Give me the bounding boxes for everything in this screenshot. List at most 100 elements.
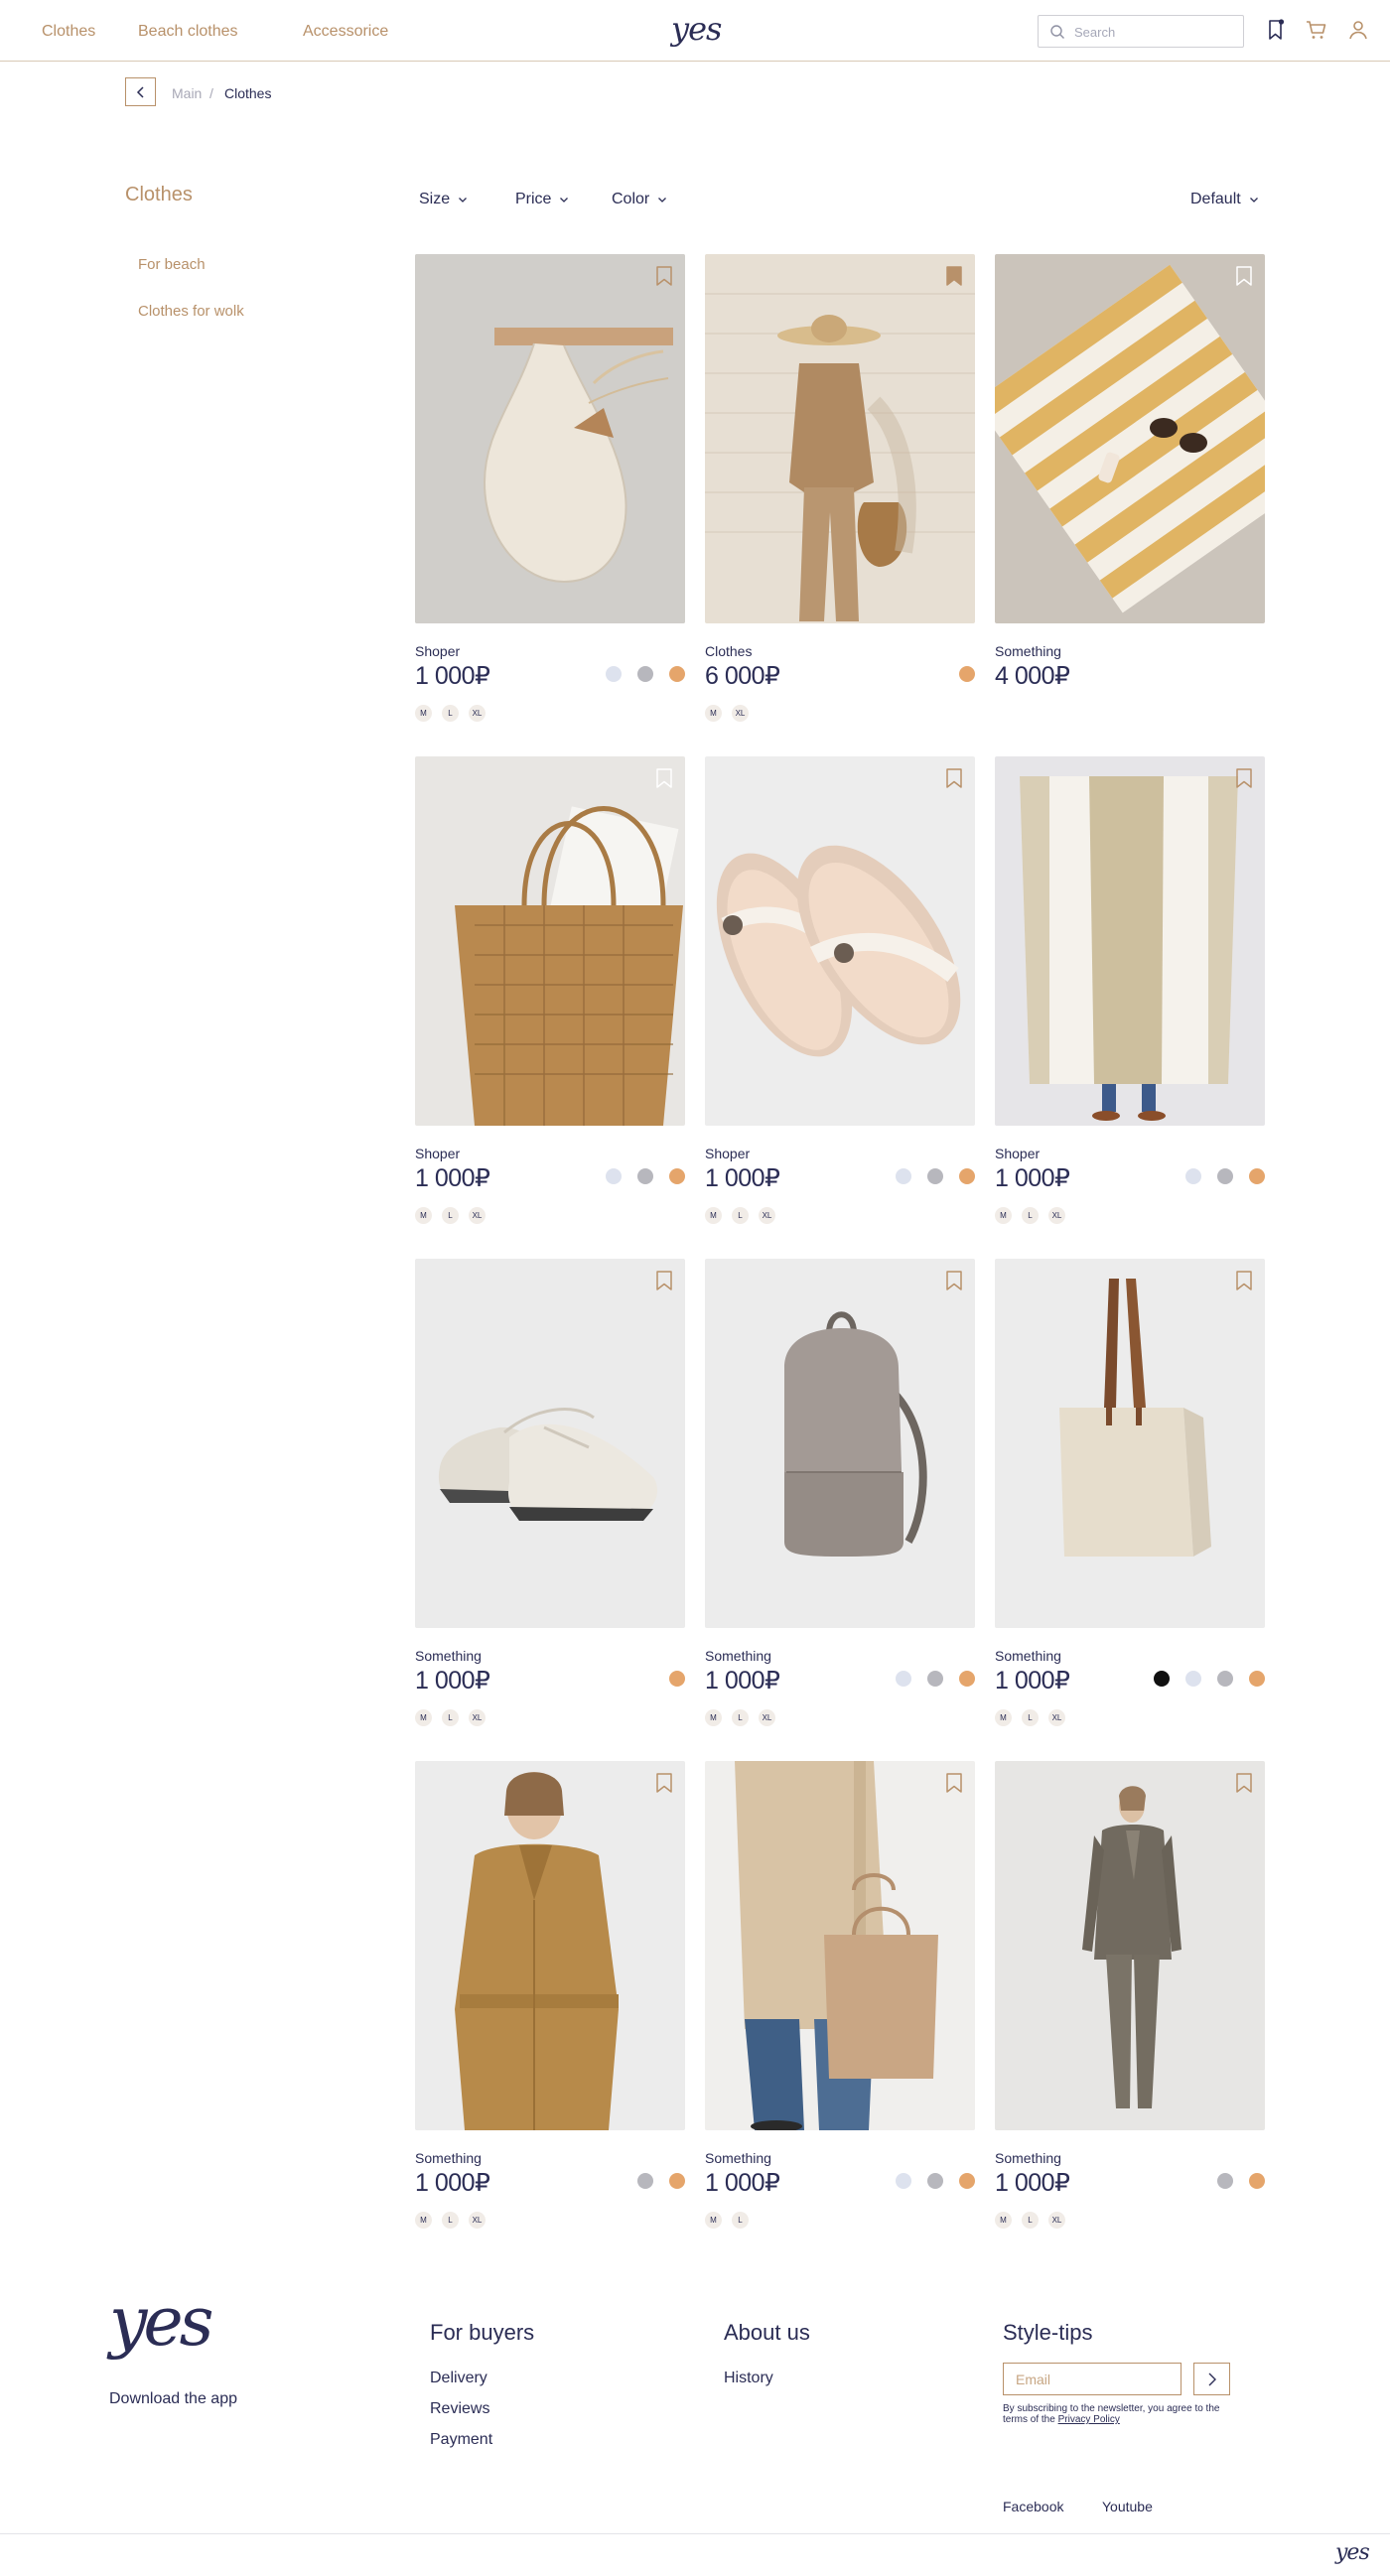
- subscribe-button[interactable]: [1193, 2363, 1230, 2395]
- swatch-orange[interactable]: [1249, 1671, 1265, 1687]
- size-option[interactable]: XL: [469, 1709, 486, 1726]
- swatch-gray[interactable]: [637, 1168, 653, 1184]
- download-app-link[interactable]: Download the app: [109, 2390, 237, 2408]
- size-option[interactable]: L: [732, 1709, 749, 1726]
- bookmark-icon[interactable]: [1264, 18, 1288, 42]
- product-image[interactable]: [995, 1761, 1265, 2130]
- bookmark-icon[interactable]: [654, 1772, 674, 1794]
- product-card[interactable]: Something 4 000₽: [995, 254, 1265, 690]
- product-card[interactable]: Something 1 000₽ M L XL: [705, 1259, 975, 1726]
- size-option[interactable]: XL: [759, 1709, 775, 1726]
- size-option[interactable]: XL: [469, 2212, 486, 2229]
- size-option[interactable]: M: [415, 1207, 432, 1224]
- bookmark-icon[interactable]: [654, 1270, 674, 1291]
- swatch-orange[interactable]: [669, 1168, 685, 1184]
- product-card[interactable]: Shoper 1 000₽ M L XL: [995, 756, 1265, 1224]
- size-option[interactable]: L: [732, 2212, 749, 2229]
- size-option[interactable]: M: [705, 2212, 722, 2229]
- swatch-light[interactable]: [1185, 1168, 1201, 1184]
- product-card[interactable]: Shoper 1 000₽ M L XL: [415, 254, 685, 722]
- size-option[interactable]: M: [705, 1709, 722, 1726]
- product-image[interactable]: [415, 254, 685, 623]
- newsletter-email-box[interactable]: [1003, 2363, 1182, 2395]
- size-option[interactable]: M: [705, 705, 722, 722]
- product-image[interactable]: [415, 1259, 685, 1628]
- swatch-gray[interactable]: [1217, 2173, 1233, 2189]
- size-option[interactable]: XL: [469, 1207, 486, 1224]
- nav-accessorice[interactable]: Accessorice: [303, 23, 388, 41]
- swatch-orange[interactable]: [959, 1168, 975, 1184]
- social-link-youtube[interactable]: Youtube: [1102, 2499, 1153, 2514]
- product-image[interactable]: [415, 756, 685, 1126]
- swatch-light[interactable]: [606, 666, 622, 682]
- size-option[interactable]: M: [995, 1709, 1012, 1726]
- product-card[interactable]: Something 1 000₽ M L XL: [995, 1761, 1265, 2229]
- size-option[interactable]: L: [1022, 1709, 1039, 1726]
- swatch-light[interactable]: [1185, 1671, 1201, 1687]
- bookmark-icon[interactable]: [1234, 767, 1254, 789]
- swatch-orange[interactable]: [669, 2173, 685, 2189]
- product-card[interactable]: Shoper 1 000₽ M L XL: [705, 756, 975, 1224]
- footer-link-reviews[interactable]: Reviews: [430, 2400, 489, 2418]
- social-link-facebook[interactable]: Facebook: [1003, 2499, 1063, 2514]
- footer-link-delivery[interactable]: Delivery: [430, 2370, 487, 2387]
- size-option[interactable]: XL: [732, 705, 749, 722]
- email-field[interactable]: [1004, 2364, 1181, 2394]
- swatch-orange[interactable]: [1249, 2173, 1265, 2189]
- swatch-orange[interactable]: [959, 1671, 975, 1687]
- cart-icon[interactable]: [1305, 18, 1328, 42]
- filter-color[interactable]: Color: [612, 191, 667, 208]
- swatch-gray[interactable]: [927, 2173, 943, 2189]
- product-image[interactable]: [705, 756, 975, 1126]
- sidebar-item-clothes-for-wolk[interactable]: Clothes for wolk: [138, 303, 244, 320]
- product-image[interactable]: [705, 254, 975, 623]
- size-option[interactable]: L: [442, 2212, 459, 2229]
- back-button[interactable]: [125, 77, 156, 106]
- bookmark-icon[interactable]: [944, 1270, 964, 1291]
- product-image[interactable]: [995, 254, 1265, 623]
- product-card[interactable]: Something 1 000₽ M L XL: [415, 1761, 685, 2229]
- bookmark-icon[interactable]: [654, 767, 674, 789]
- size-option[interactable]: XL: [1048, 1207, 1065, 1224]
- user-icon[interactable]: [1346, 18, 1370, 42]
- swatch-black[interactable]: [1154, 1671, 1170, 1687]
- swatch-light[interactable]: [896, 2173, 911, 2189]
- bookmark-icon[interactable]: [654, 265, 674, 287]
- size-option[interactable]: M: [415, 1709, 432, 1726]
- footer-link-history[interactable]: History: [724, 2370, 773, 2387]
- logo[interactable]: yes: [671, 10, 722, 48]
- size-option[interactable]: L: [442, 705, 459, 722]
- product-card[interactable]: Something 1 000₽ M L: [705, 1761, 975, 2229]
- nav-beach-clothes[interactable]: Beach clothes: [138, 23, 238, 41]
- size-option[interactable]: L: [442, 1709, 459, 1726]
- size-option[interactable]: L: [1022, 1207, 1039, 1224]
- size-option[interactable]: L: [442, 1207, 459, 1224]
- size-option[interactable]: L: [1022, 2212, 1039, 2229]
- swatch-light[interactable]: [606, 1168, 622, 1184]
- size-option[interactable]: XL: [759, 1207, 775, 1224]
- product-image[interactable]: [995, 756, 1265, 1126]
- product-image[interactable]: [705, 1259, 975, 1628]
- bookmark-icon[interactable]: [1234, 1772, 1254, 1794]
- size-option[interactable]: L: [732, 1207, 749, 1224]
- privacy-policy-link[interactable]: Privacy Policy: [1058, 2414, 1120, 2425]
- swatch-gray[interactable]: [1217, 1168, 1233, 1184]
- footer-link-payment[interactable]: Payment: [430, 2431, 492, 2449]
- size-option[interactable]: XL: [1048, 1709, 1065, 1726]
- swatch-light[interactable]: [896, 1168, 911, 1184]
- swatch-gray[interactable]: [637, 666, 653, 682]
- product-card[interactable]: Clothes 6 000₽ M XL: [705, 254, 975, 722]
- nav-clothes[interactable]: Clothes: [42, 23, 95, 41]
- size-option[interactable]: XL: [1048, 2212, 1065, 2229]
- swatch-gray[interactable]: [1217, 1671, 1233, 1687]
- swatch-gray[interactable]: [927, 1168, 943, 1184]
- size-option[interactable]: M: [705, 1207, 722, 1224]
- bookmark-icon[interactable]: [944, 1772, 964, 1794]
- footer-logo[interactable]: yes: [109, 2283, 214, 2362]
- swatch-orange[interactable]: [1249, 1168, 1265, 1184]
- size-option[interactable]: M: [415, 2212, 432, 2229]
- swatch-gray[interactable]: [927, 1671, 943, 1687]
- swatch-orange[interactable]: [959, 2173, 975, 2189]
- size-option[interactable]: M: [415, 705, 432, 722]
- bookmark-icon[interactable]: [1234, 265, 1254, 287]
